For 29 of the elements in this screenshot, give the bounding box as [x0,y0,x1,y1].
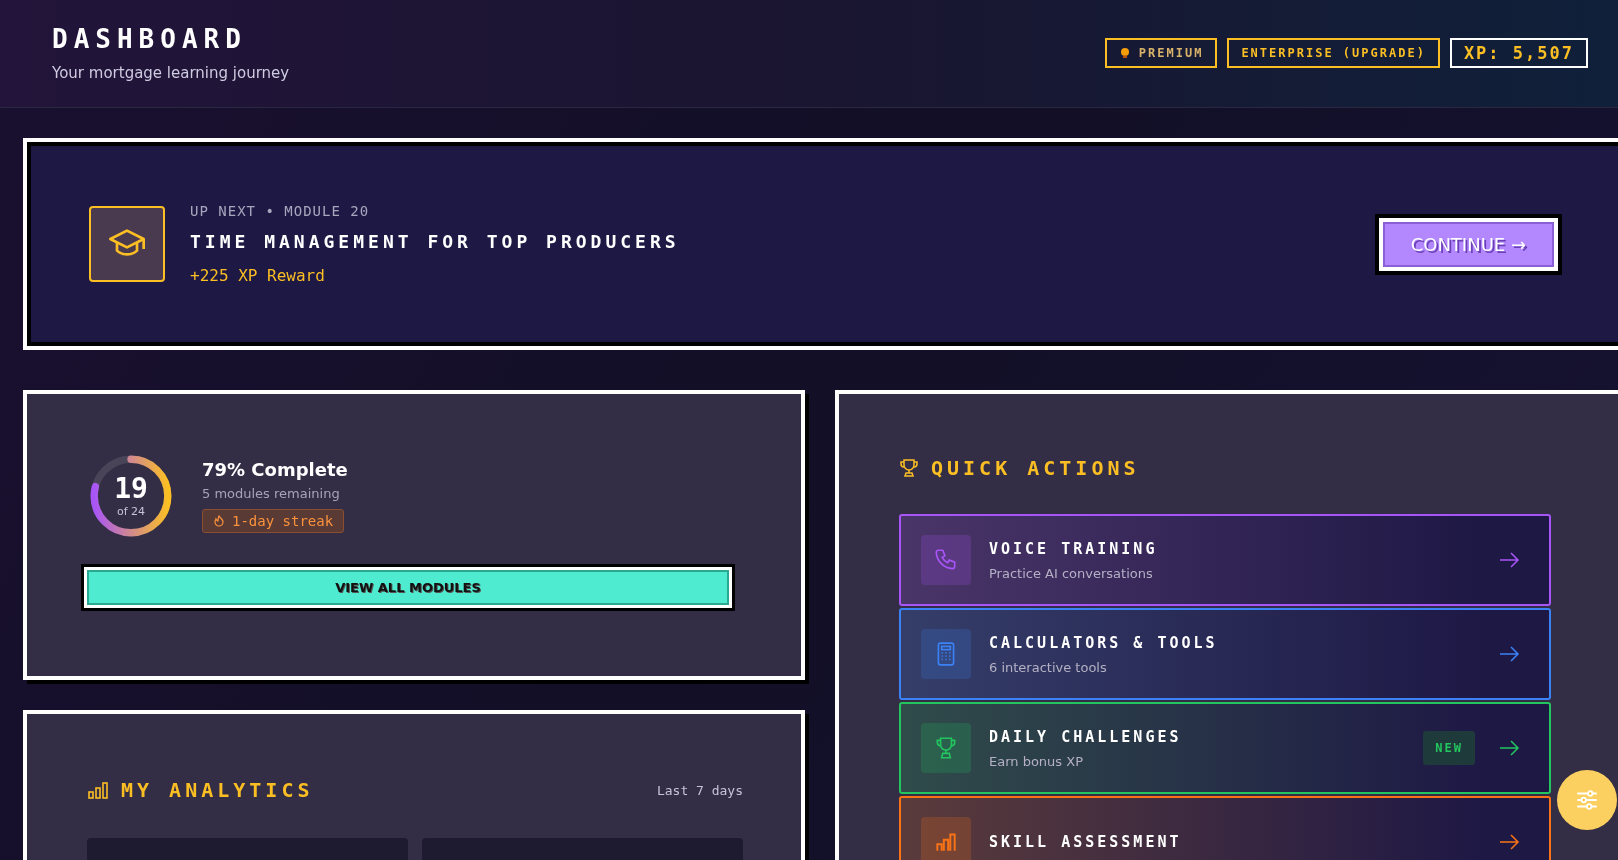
action-title: CALCULATORS & TOOLS [989,633,1219,652]
completed-count: 19 [114,474,148,503]
streak-badge: 1-day streak [202,509,345,533]
total-count: of 24 [116,504,146,518]
action-subtitle: Practice AI conversations [989,565,1154,581]
new-badge: NEW [1423,731,1475,765]
module-title: TIME MANAGEMENT FOR TOP PRODUCERS [190,231,680,252]
page-title: DASHBOARD [52,24,248,54]
action-title: VOICE TRAINING [989,539,1159,558]
page-subtitle: Your mortgage learning journey [52,64,290,82]
module-label: UP NEXT • MODULE 20 [190,203,371,219]
remaining-text: 5 modules remaining [202,486,341,501]
section-title: MY ANALYTICS [121,778,314,802]
quick-action-item[interactable]: DAILY CHALLENGES Earn bonus XP NEW [899,702,1551,794]
action-subtitle: Earn bonus XP [989,753,1084,769]
quick-action-item[interactable]: CALCULATORS & TOOLS 6 interactive tools [899,608,1551,700]
plan-badge: PREMIUM [1104,38,1218,68]
quick-action-item[interactable]: VOICE TRAINING Practice AI conversations [899,514,1551,606]
view-modules-button[interactable]: VIEW ALL MODULES [84,567,732,608]
section-title: QUICK ACTIONS [931,456,1140,480]
action-title: SKILL ASSESSMENT [989,833,1183,851]
action-title: DAILY CHALLENGES [989,727,1183,746]
completion-text: 79% Complete [202,459,348,480]
xp-counter: XP: 5,507 [1449,38,1588,68]
quick-action-item[interactable]: SKILL ASSESSMENT [899,796,1551,860]
xp-reward: +225 XP Reward [190,266,326,285]
date-range: Last 7 days [656,782,743,798]
action-subtitle: 6 interactive tools [989,659,1108,675]
plan-badge[interactable]: ENTERPRISE (UPGRADE) [1227,38,1440,68]
